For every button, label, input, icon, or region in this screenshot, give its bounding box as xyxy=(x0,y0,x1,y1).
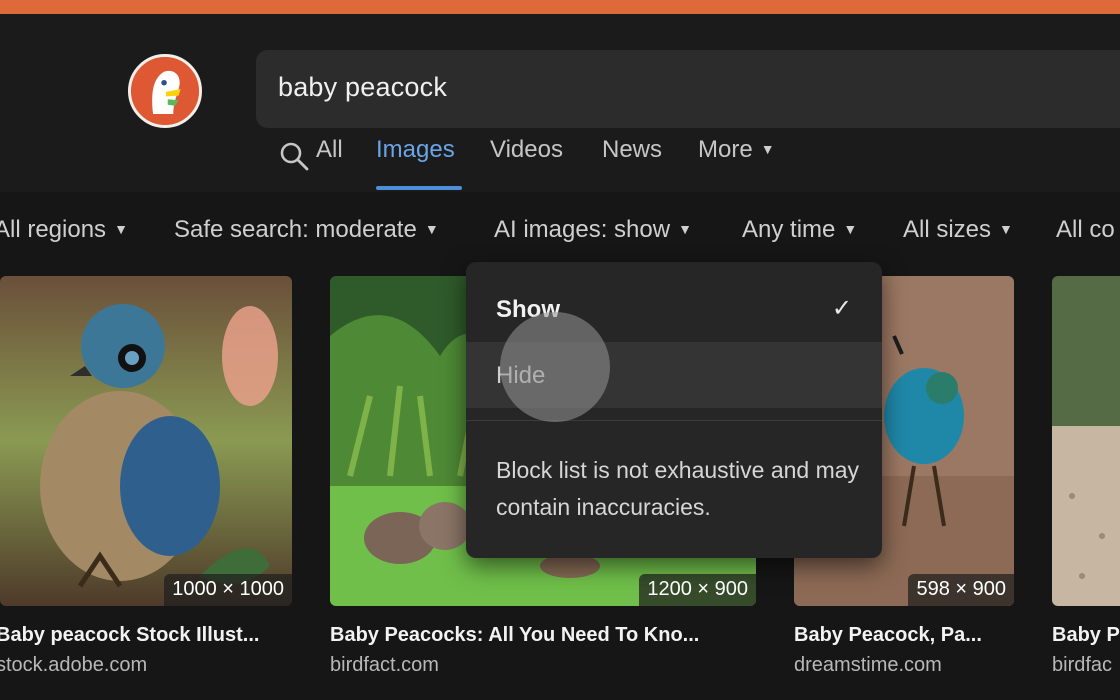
result-title[interactable]: Baby Peacocks: All You Need To Kno... xyxy=(330,624,756,647)
tab-all[interactable]: All xyxy=(316,136,343,164)
dropdown-option-label: Hide xyxy=(496,362,546,389)
active-tab-underline xyxy=(376,186,462,190)
image-dimensions-badge: 1200 × 900 xyxy=(639,574,756,606)
result-source[interactable]: birdfac xyxy=(1052,654,1120,677)
tab-more[interactable]: More ▼ xyxy=(698,136,775,164)
result-image-ground xyxy=(1052,276,1120,606)
caret-down-icon: ▼ xyxy=(999,221,1013,237)
caret-down-icon: ▼ xyxy=(843,221,858,237)
filter-time-label: Any time xyxy=(742,216,836,243)
result-source[interactable]: dreamstime.com xyxy=(794,654,1024,677)
filter-color-label: All co xyxy=(1056,216,1115,243)
caret-down-icon: ▼ xyxy=(424,221,439,237)
checkmark-icon: ✓ xyxy=(831,295,852,322)
tab-videos[interactable]: Videos xyxy=(490,136,563,164)
browser-viewport: baby peacock All Images Videos News More… xyxy=(0,0,1120,700)
filter-bar: All regions ▼ Safe search: moderate ▼ AI i… xyxy=(0,192,1120,264)
dropdown-divider xyxy=(466,420,882,421)
caret-down-icon: ▼ xyxy=(678,221,692,237)
image-result-4[interactable] xyxy=(1052,276,1120,606)
filter-region-label: All regions xyxy=(0,216,107,243)
filter-ai-images-label: AI images: show xyxy=(494,216,671,243)
dropdown-disclaimer: Block list is not exhaustive and may con… xyxy=(496,457,860,520)
dropdown-option-label: Show xyxy=(496,296,560,323)
tab-images[interactable]: Images xyxy=(376,136,455,164)
ai-images-dropdown-menu: Show ✓ Hide Block list is not exhaustive… xyxy=(466,262,882,558)
result-title[interactable]: Baby Peacock, Pa... xyxy=(794,624,1024,647)
filter-size[interactable]: All sizes ▼ xyxy=(903,216,1013,244)
search-query-text: baby peacock xyxy=(278,72,448,102)
duckduckgo-logo[interactable] xyxy=(128,54,202,128)
filter-safe-search-label: Safe search: moderate xyxy=(174,216,417,243)
result-source[interactable]: stock.adobe.com xyxy=(0,654,288,677)
result-title[interactable]: Baby P xyxy=(1052,624,1120,647)
search-input[interactable]: baby peacock xyxy=(256,50,1120,128)
tab-more-label: More xyxy=(698,136,753,163)
dropdown-option-hide[interactable]: Hide xyxy=(466,342,882,408)
filter-size-label: All sizes xyxy=(903,216,992,243)
filter-color[interactable]: All co xyxy=(1056,216,1115,244)
filter-time[interactable]: Any time ▼ xyxy=(742,216,857,244)
tab-news[interactable]: News xyxy=(602,136,662,164)
result-source[interactable]: birdfact.com xyxy=(330,654,756,677)
image-dimensions-badge: 598 × 900 xyxy=(908,574,1014,606)
filter-region[interactable]: All regions ▼ xyxy=(0,216,128,244)
dropdown-option-show[interactable]: Show ✓ xyxy=(466,276,882,342)
filter-safe-search[interactable]: Safe search: moderate ▼ xyxy=(174,216,439,244)
caret-down-icon: ▼ xyxy=(114,221,128,237)
search-tabs: All Images Videos News More ▼ xyxy=(0,136,1120,176)
orange-top-bar xyxy=(0,0,1120,14)
result-title[interactable]: Baby peacock Stock Illust... xyxy=(0,624,288,647)
image-dimensions-badge: 1000 × 1000 xyxy=(164,574,292,606)
caret-down-icon: ▼ xyxy=(760,141,775,157)
result-image-peacock-chick xyxy=(0,276,292,606)
image-result-1[interactable]: 1000 × 1000 xyxy=(0,276,292,606)
filter-ai-images[interactable]: AI images: show ▼ xyxy=(494,216,692,244)
